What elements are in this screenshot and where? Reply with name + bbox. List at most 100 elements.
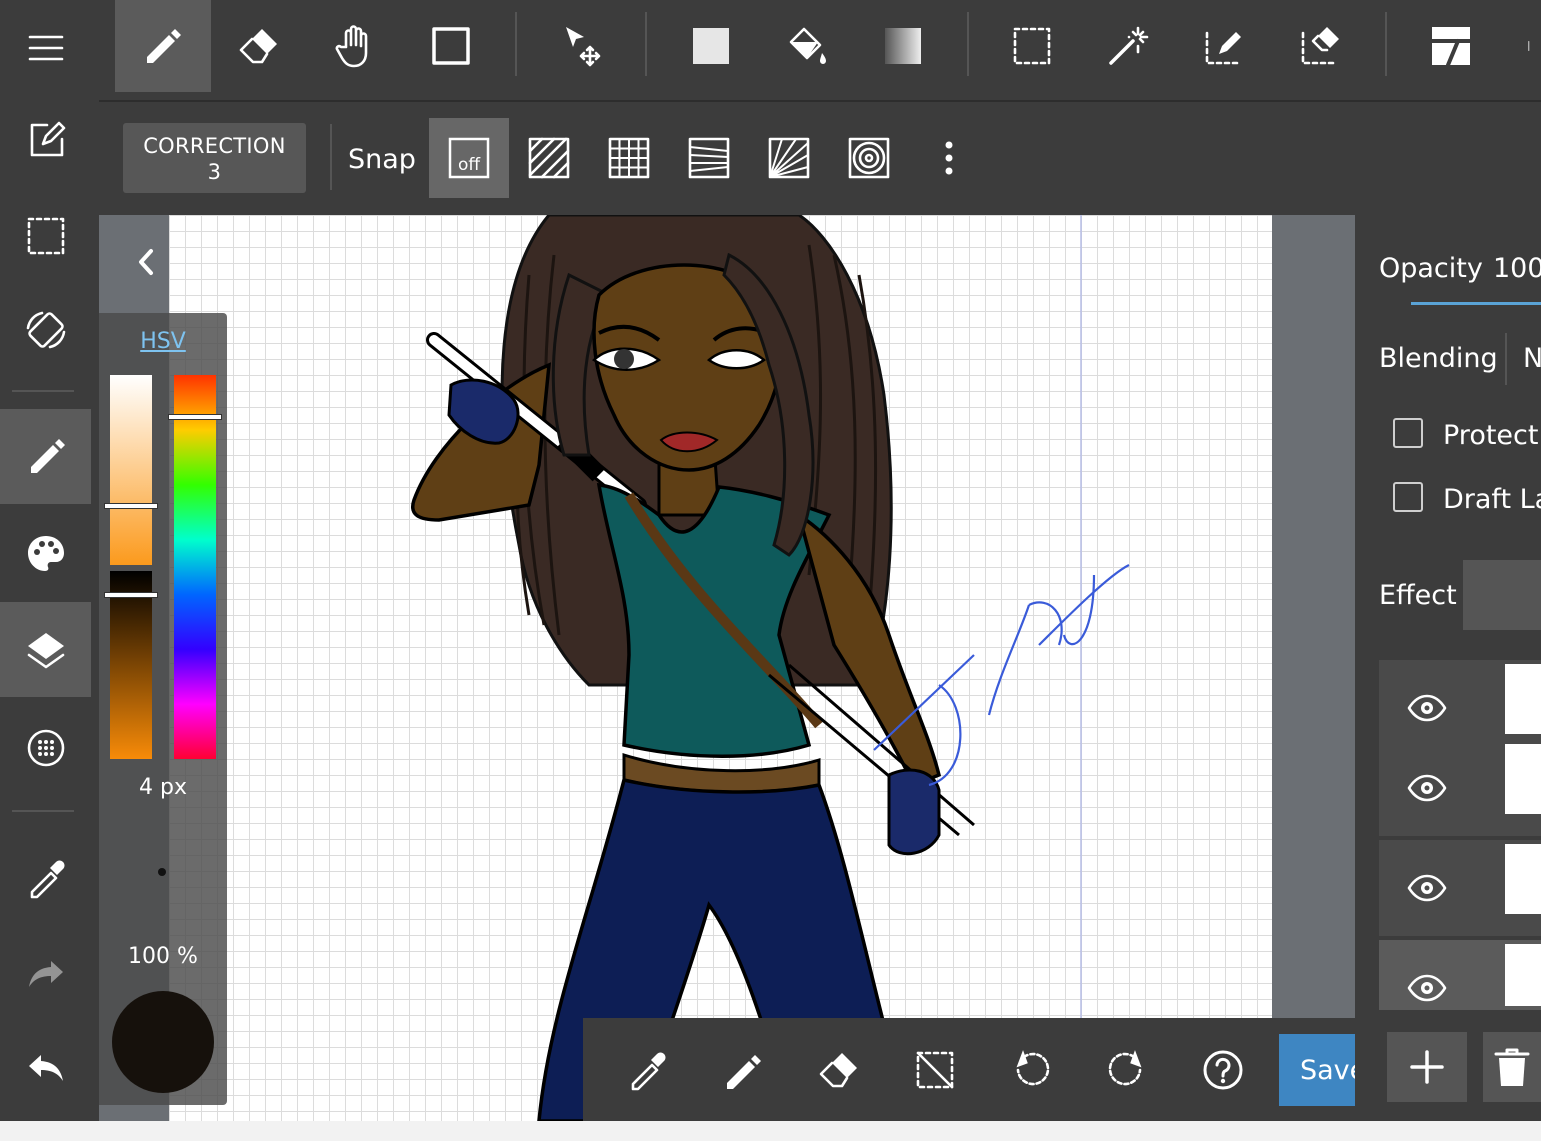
- layers-button[interactable]: [0, 602, 91, 697]
- value-strip[interactable]: [110, 571, 152, 759]
- paint-bucket-icon: [789, 27, 826, 64]
- snap-off-button[interactable]: off: [429, 118, 509, 198]
- palette-icon: [27, 535, 64, 571]
- eyedropper-button[interactable]: [599, 1028, 695, 1112]
- brush-size-label[interactable]: 4 px: [99, 775, 227, 800]
- opacity-slider[interactable]: [1411, 302, 1541, 305]
- rotate-left-button[interactable]: [983, 1028, 1079, 1112]
- visibility-toggle[interactable]: [1379, 740, 1475, 836]
- materials-button[interactable]: [0, 700, 91, 795]
- draft-layer-checkbox[interactable]: [1393, 482, 1423, 512]
- protect-alpha-checkbox[interactable]: [1393, 418, 1423, 448]
- hue-strip[interactable]: [174, 375, 216, 759]
- plus-icon: [1410, 1050, 1444, 1084]
- value-marker[interactable]: [104, 592, 158, 598]
- current-color-swatch[interactable]: [112, 991, 214, 1093]
- add-layer-button[interactable]: [1387, 1032, 1467, 1102]
- magic-wand-tool-button[interactable]: [1080, 0, 1176, 92]
- more-options-button[interactable]: [909, 118, 989, 198]
- bucket-tool-button[interactable]: [759, 0, 855, 92]
- rotate-right-icon: [1108, 1050, 1142, 1086]
- selection-button[interactable]: [0, 188, 91, 283]
- pen-button[interactable]: [695, 1028, 791, 1112]
- saturation-marker[interactable]: [104, 503, 158, 509]
- system-status-strip: [0, 1121, 1541, 1141]
- shape-tool-button[interactable]: [403, 0, 499, 92]
- pencil-icon: [30, 438, 65, 473]
- undo-button[interactable]: [0, 1020, 91, 1115]
- layers-icon: [27, 632, 64, 668]
- brush-size-preview: [158, 868, 166, 876]
- selection-icon: [27, 217, 64, 254]
- divider: [515, 12, 517, 76]
- layer-thumbnail: [1505, 664, 1541, 734]
- effect-select[interactable]: [1463, 560, 1541, 630]
- undo-icon: [28, 1054, 63, 1081]
- layer-row-selected[interactable]: [1379, 940, 1541, 1010]
- frame-tool-button[interactable]: [1403, 0, 1499, 92]
- layer-thumbnail: [1505, 944, 1541, 1006]
- grid-snap-icon: [608, 137, 650, 179]
- more-vertical-icon: [945, 141, 953, 175]
- pen-tool-button[interactable]: [115, 0, 211, 92]
- eraser-tool-button[interactable]: [211, 0, 307, 92]
- menu-icon: [28, 35, 63, 60]
- parallel-snap-button[interactable]: [509, 118, 589, 198]
- artwork-illustration: [411, 215, 1130, 1121]
- perspective-snap-button[interactable]: [669, 118, 749, 198]
- layer-row[interactable]: [1379, 740, 1541, 836]
- canvas-area[interactable]: [99, 215, 1355, 1121]
- saturation-strip[interactable]: [110, 375, 152, 565]
- perspective-snap-icon: [688, 137, 730, 179]
- rotate-canvas-button[interactable]: [0, 282, 91, 377]
- protect-alpha-label: Protect: [1443, 420, 1539, 451]
- concentric-snap-button[interactable]: [829, 118, 909, 198]
- chevron-left-icon: [139, 249, 153, 275]
- opacity-value[interactable]: 100: [1493, 253, 1541, 284]
- more-tools-button[interactable]: [1499, 0, 1541, 92]
- palette-button[interactable]: [0, 506, 91, 601]
- select-eraser-tool-button[interactable]: [1272, 0, 1368, 92]
- gradient-tool-button[interactable]: [855, 0, 951, 92]
- select-pen-icon: [1205, 31, 1241, 65]
- layer-panel: Opacity 100 Blending N Protect Draft La …: [1355, 215, 1541, 1121]
- visibility-toggle[interactable]: [1379, 840, 1475, 936]
- move-tool-button[interactable]: [535, 0, 631, 92]
- select-tool-button[interactable]: [984, 0, 1080, 92]
- save-button[interactable]: Save: [1279, 1034, 1355, 1106]
- select-pen-tool-button[interactable]: [1176, 0, 1272, 92]
- hue-marker[interactable]: [168, 414, 222, 420]
- layer-thumbnail: [1505, 844, 1541, 914]
- hsv-tab[interactable]: HSV: [99, 329, 227, 354]
- draft-layer-label: Draft La: [1443, 484, 1541, 515]
- edit-canvas-button[interactable]: [0, 92, 91, 187]
- radial-snap-button[interactable]: [749, 118, 829, 198]
- brush-opacity-label[interactable]: 100 %: [99, 944, 227, 969]
- top-toolbar: [99, 0, 1541, 102]
- help-button[interactable]: [1175, 1028, 1271, 1112]
- eraser-button[interactable]: [791, 1028, 887, 1112]
- brush-button[interactable]: [0, 409, 91, 504]
- fill-rect-tool-button[interactable]: [663, 0, 759, 92]
- correction-button[interactable]: CORRECTION 3: [123, 123, 306, 193]
- deselect-button[interactable]: [887, 1028, 983, 1112]
- eyedropper-button[interactable]: [0, 830, 91, 925]
- blending-label: Blending: [1379, 343, 1498, 374]
- canvas-paper[interactable]: [169, 215, 1272, 1121]
- visibility-toggle[interactable]: [1379, 940, 1475, 1036]
- layer-row[interactable]: [1379, 840, 1541, 936]
- redo-button[interactable]: [0, 926, 91, 1021]
- collapse-panel-button[interactable]: [99, 215, 169, 311]
- eye-icon: [1407, 874, 1447, 902]
- delete-layer-button[interactable]: [1483, 1032, 1541, 1102]
- eyedropper-icon: [631, 1052, 666, 1091]
- effect-label: Effect: [1379, 580, 1457, 611]
- menu-button[interactable]: [0, 0, 91, 95]
- filled-square-icon: [693, 28, 729, 64]
- blending-select[interactable]: N: [1523, 343, 1541, 374]
- materials-icon: [27, 729, 64, 766]
- hand-tool-button[interactable]: [307, 0, 403, 92]
- left-sidebar: [0, 0, 99, 1121]
- rotate-right-button[interactable]: [1079, 1028, 1175, 1112]
- grid-snap-button[interactable]: [589, 118, 669, 198]
